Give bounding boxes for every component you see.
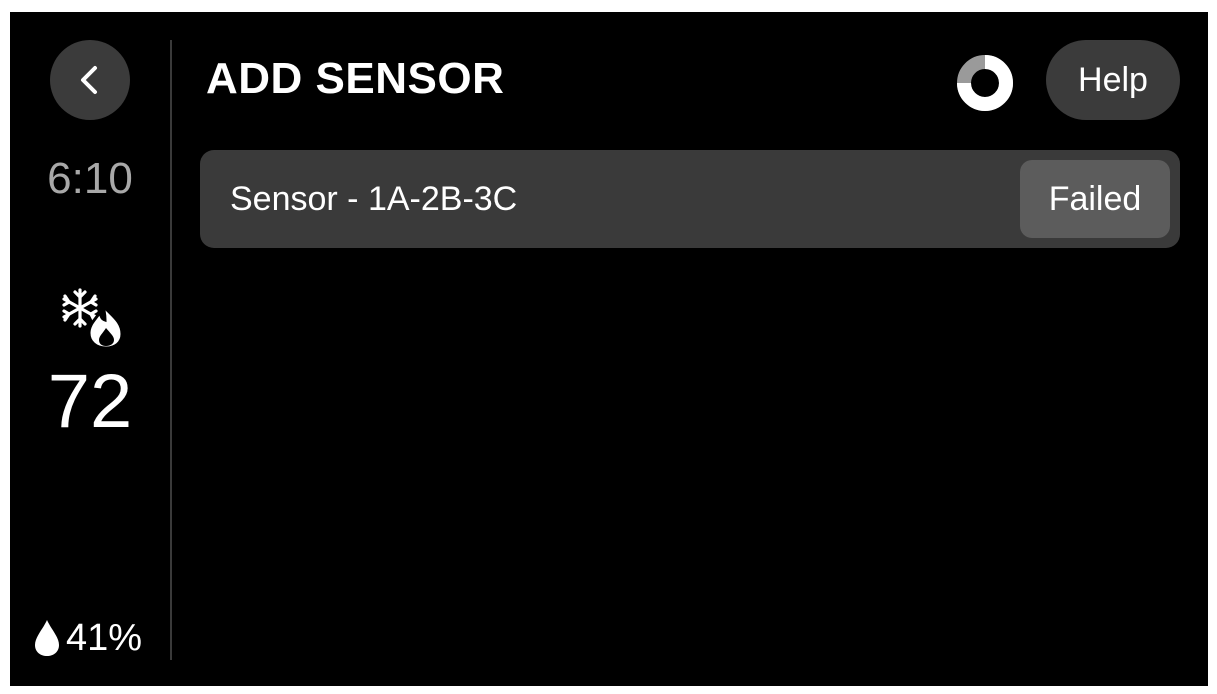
page-title: ADD SENSOR [206,54,505,103]
back-button[interactable] [50,40,130,120]
heat-cool-icon [62,288,124,350]
sensor-name: Sensor - 1A-2B-3C [230,180,518,218]
sidebar-divider [170,40,172,660]
humidity-value: 41% [66,616,143,659]
water-drop-icon [35,620,59,656]
clock-time: 6:10 [47,154,133,203]
status-badge: Failed [1020,160,1170,238]
current-temperature: 72 [47,359,133,444]
chevron-left-icon [81,66,97,94]
sensor-list-item[interactable]: Sensor - 1A-2B-3C Failed [200,150,1180,248]
help-button[interactable]: Help [1046,40,1180,120]
thermostat-screen: 6:10 72 41% ADD SENSOR Help Sensor - 1A-… [10,12,1208,686]
progress-ring-icon [957,55,1013,111]
sidebar: 6:10 72 41% [10,12,170,686]
humidity-indicator: 41% [34,616,142,660]
